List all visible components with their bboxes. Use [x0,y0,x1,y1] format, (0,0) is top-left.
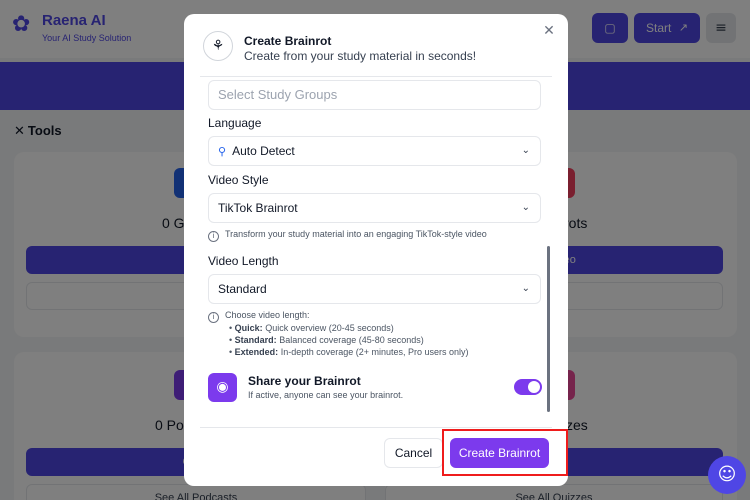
video-style-hint: i Transform your study material into an e… [208,229,487,242]
language-select[interactable]: ⚲ Auto Detect ⌄ [208,136,541,166]
share-description: If active, anyone can see your brainrot. [248,390,404,400]
divider [200,427,552,428]
eye-icon: ◉ [208,373,237,402]
scrollbar[interactable] [547,246,550,412]
smile-icon: ☺ [717,464,737,485]
brain-icon: ⚘ [203,31,233,61]
list-item: • Extended: In-depth coverage (2+ minute… [229,347,469,357]
close-icon[interactable]: ✕ [542,24,556,38]
toggle-knob [528,381,540,393]
create-brainrot-modal: ⚘ Create Brainrot Create from your study… [184,14,568,486]
list-item: • Standard: Balanced coverage (45-80 sec… [229,335,424,345]
modal-title: Create Brainrot [244,34,332,48]
chevron-down-icon: ⌄ [521,202,530,213]
language-value: Auto Detect [232,144,295,158]
share-toggle[interactable] [514,379,542,395]
language-label: Language [208,116,262,130]
video-style-select[interactable]: TikTok Brainrot ⌄ [208,193,541,223]
video-length-value: Standard [218,282,267,296]
chevron-down-icon: ⌄ [521,283,530,294]
list-item: • Quick: Quick overview (20-45 seconds) [229,323,394,333]
chevron-down-icon: ⌄ [521,145,530,156]
magnifier-icon: ⚲ [218,145,227,158]
info-icon: i [208,231,219,242]
video-style-value: TikTok Brainrot [218,201,298,215]
study-groups-select[interactable]: Select Study Groups [208,80,541,110]
study-groups-placeholder: Select Study Groups [218,87,338,102]
video-length-select[interactable]: Standard ⌄ [208,274,541,304]
length-options-list: • Quick: Quick overview (20-45 seconds) … [227,322,469,358]
highlight-box [442,429,568,476]
video-length-label: Video Length [208,254,279,268]
divider [200,76,552,77]
help-chat-button[interactable]: ☺ [708,456,746,494]
modal-subtitle: Create from your study material in secon… [244,49,477,63]
info-icon: i [208,312,219,323]
cancel-button[interactable]: Cancel [384,438,443,468]
share-title: Share your Brainrot [248,374,361,388]
video-style-label: Video Style [208,173,269,187]
